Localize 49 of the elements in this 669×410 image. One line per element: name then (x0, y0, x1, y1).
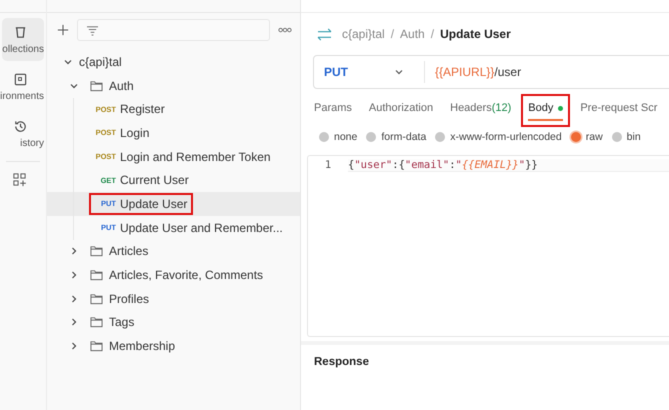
body-type-radio[interactable]: bin (612, 131, 641, 143)
breadcrumb-separator: / (390, 27, 394, 41)
folder-icon (90, 316, 103, 328)
breadcrumb-current: Update User (440, 27, 511, 41)
body-type-radio[interactable]: form-data (366, 131, 426, 143)
filter-field[interactable] (77, 19, 270, 41)
breadcrumb-separator: / (430, 27, 434, 41)
chevron-icon[interactable] (69, 341, 79, 352)
folder-name[interactable]: Articles, Favorite, Comments (109, 268, 264, 282)
request-tab[interactable]: Authorization (362, 94, 440, 127)
folder-icon (90, 245, 103, 258)
folder-name[interactable]: Membership (109, 339, 176, 354)
breadcrumb-link[interactable]: Auth (400, 27, 425, 41)
nav-rail-item[interactable]: ollections (2, 18, 44, 61)
nav-rail-item[interactable]: istory (2, 112, 44, 155)
chevron-icon[interactable] (69, 317, 79, 328)
request-tab[interactable]: Params (307, 94, 359, 127)
folder-icon (90, 292, 103, 305)
folder-name[interactable]: Articles (109, 244, 148, 258)
request-tab[interactable]: Body (521, 94, 570, 127)
code-editor[interactable]: 1 {"user":{"email":"{{EMAIL}}"}} (307, 155, 669, 337)
chevron-icon[interactable] (69, 246, 79, 256)
collection-name[interactable]: c{api}tal (79, 54, 122, 69)
body-type-radio[interactable]: x-www-form-urlencoded (435, 131, 562, 143)
folder-icon (90, 80, 103, 92)
request-tab[interactable]: Pre-request Scr (573, 94, 664, 127)
body-type-radio[interactable]: raw (570, 131, 603, 143)
filter-icon (86, 24, 99, 36)
breadcrumb-link[interactable]: c{api}tal (342, 27, 385, 41)
add-grid-icon[interactable] (12, 172, 26, 187)
folder-icon (90, 340, 103, 352)
screen-icon (12, 72, 28, 86)
folder-icon (90, 269, 103, 282)
more-icon[interactable] (278, 27, 292, 33)
line-number: 1 (324, 159, 332, 171)
folder-name[interactable]: Auth (109, 78, 134, 93)
body-type-radio[interactable]: none (319, 131, 358, 143)
request-tab[interactable]: Headers(12) (443, 94, 518, 127)
plus-icon[interactable] (57, 24, 69, 36)
url-field[interactable]: {{APIURL}}/user (425, 65, 522, 79)
folder-name[interactable]: Profiles (109, 292, 150, 306)
chevron-icon (394, 67, 404, 77)
method-dropdown[interactable]: PUT (314, 61, 425, 83)
history-icon (12, 118, 28, 134)
nav-rail-item[interactable]: ironments (2, 65, 44, 108)
chevron-icon[interactable] (69, 294, 79, 304)
response-heading: Response (314, 356, 369, 368)
chevron-icon[interactable] (69, 270, 79, 280)
folder-name[interactable]: Tags (109, 315, 134, 330)
